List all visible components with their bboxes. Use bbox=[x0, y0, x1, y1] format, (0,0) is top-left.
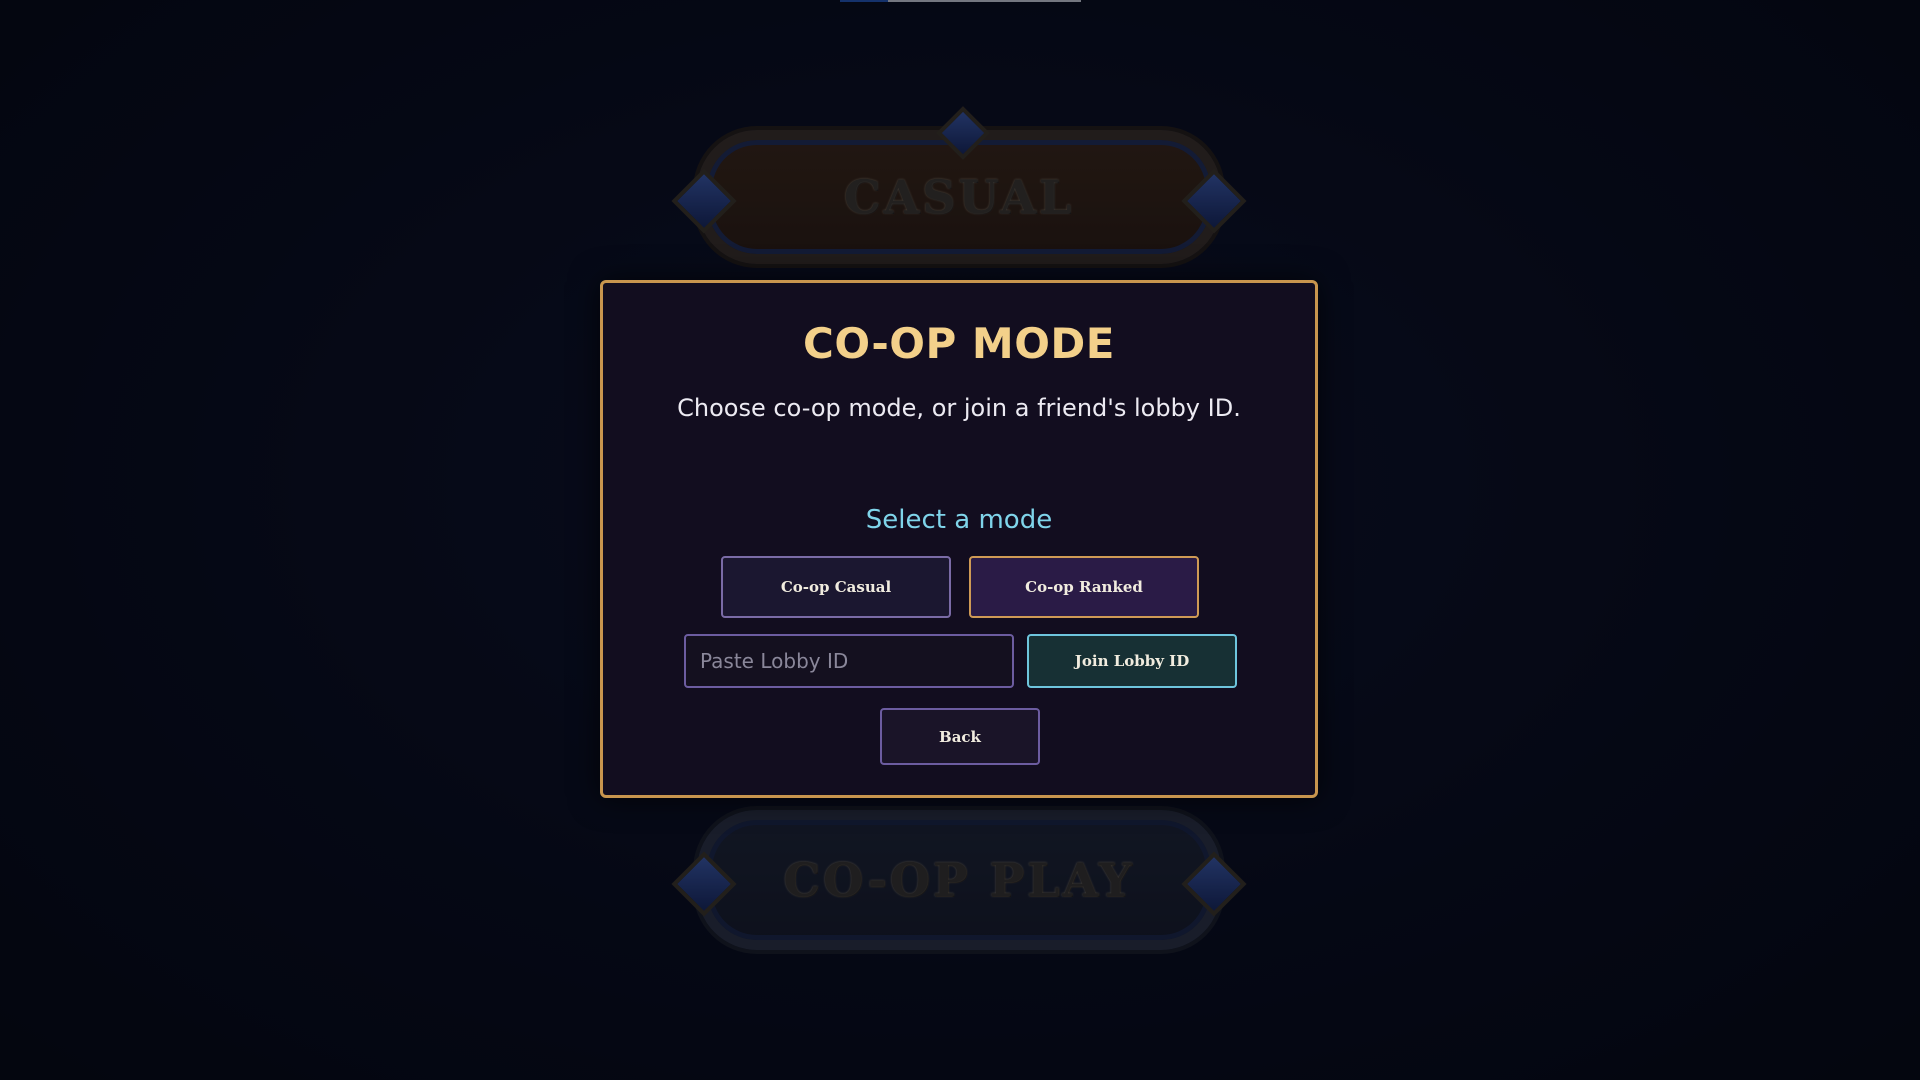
coop-casual-button[interactable]: Co-op Casual bbox=[721, 556, 951, 618]
dialog-subtitle: Choose co-op mode, or join a friend's lo… bbox=[677, 394, 1241, 422]
coop-ranked-button[interactable]: Co-op Ranked bbox=[969, 556, 1199, 618]
join-lobby-button[interactable]: Join Lobby ID bbox=[1027, 634, 1237, 688]
select-mode-label: Select a mode bbox=[865, 505, 1053, 535]
dialog-title: CO-OP MODE bbox=[803, 319, 1115, 368]
lobby-id-input[interactable] bbox=[684, 634, 1014, 688]
coop-mode-dialog: CO-OP MODE Choose co-op mode, or join a … bbox=[600, 280, 1318, 798]
back-button[interactable]: Back bbox=[880, 708, 1040, 765]
